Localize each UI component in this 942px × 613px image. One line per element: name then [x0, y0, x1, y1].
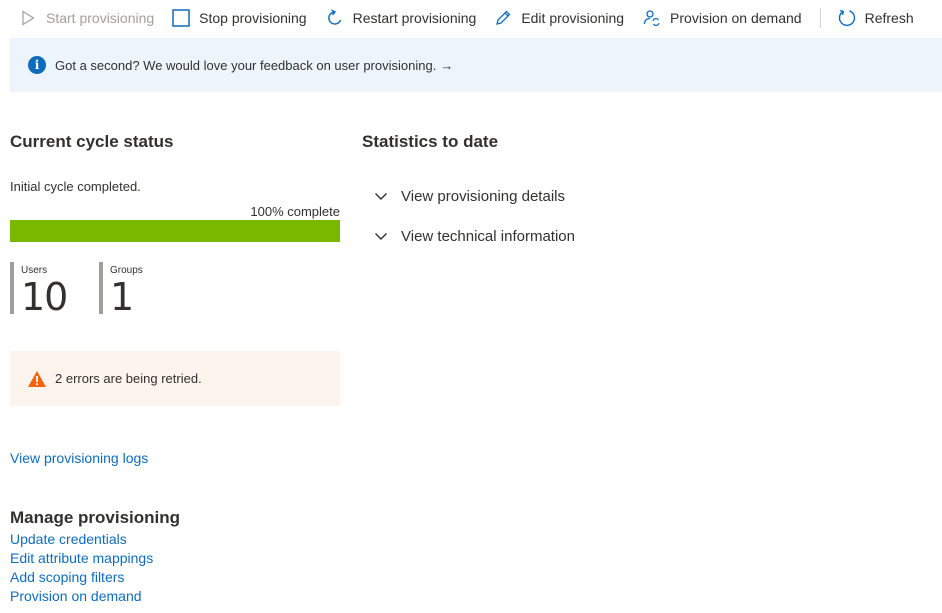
- warning-message: 2 errors are being retried.: [10, 351, 340, 406]
- cycle-status-title: Current cycle status: [10, 132, 174, 151]
- view-technical-information-label: View technical information: [401, 227, 575, 245]
- manage-provisioning-title: Manage provisioning: [10, 508, 181, 527]
- stop-icon: [171, 8, 191, 28]
- edit-attribute-mappings-link[interactable]: Edit attribute mappings: [10, 549, 180, 568]
- update-credentials-link[interactable]: Update credentials: [10, 530, 180, 549]
- users-stat-value: 10: [21, 275, 68, 319]
- chevron-down-icon: [374, 189, 388, 203]
- chevron-down-icon: [374, 229, 388, 243]
- toolbar-divider: [819, 8, 821, 28]
- refresh-icon: [837, 8, 857, 28]
- provision-on-demand-link[interactable]: Provision on demand: [10, 587, 180, 606]
- progress-bar-fill: [10, 220, 340, 242]
- progress-percent-label: 100% complete: [250, 204, 340, 219]
- edit-provisioning-button[interactable]: Edit provisioning: [493, 0, 624, 36]
- pencil-icon: [493, 8, 513, 28]
- view-provisioning-details-expander[interactable]: View provisioning details: [362, 176, 575, 216]
- warning-text: 2 errors are being retried.: [55, 371, 202, 386]
- feedback-banner[interactable]: i Got a second? We would love your feedb…: [10, 38, 942, 92]
- groups-stat-value: 1: [110, 275, 134, 319]
- users-stat: Users 10: [10, 262, 68, 319]
- start-provisioning-label: Start provisioning: [46, 10, 155, 26]
- cycle-status-text: Initial cycle completed.: [10, 179, 141, 194]
- user-sync-icon: [642, 8, 662, 28]
- statistics-title: Statistics to date: [362, 132, 499, 151]
- view-provisioning-details-label: View provisioning details: [401, 187, 565, 205]
- feedback-text: Got a second? We would love your feedbac…: [55, 57, 437, 73]
- manage-provisioning-section: Manage provisioning Update credentials E…: [10, 508, 180, 606]
- groups-stat: Groups 1: [99, 262, 143, 319]
- provision-on-demand-button[interactable]: Provision on demand: [642, 0, 802, 36]
- info-icon: i: [28, 56, 46, 74]
- restart-icon: [325, 8, 345, 28]
- refresh-button[interactable]: Refresh: [837, 0, 914, 36]
- start-provisioning-button[interactable]: Start provisioning: [18, 0, 154, 36]
- edit-provisioning-label: Edit provisioning: [521, 10, 625, 26]
- arrow-right-icon: →: [440, 57, 454, 73]
- view-provisioning-logs-link[interactable]: View provisioning logs: [10, 450, 148, 466]
- statistics-panel: Statistics to date View provisioning det…: [362, 132, 922, 245]
- statistics-expanders: View provisioning details View technical…: [362, 176, 575, 256]
- restart-provisioning-button[interactable]: Restart provisioning: [325, 0, 477, 36]
- provision-on-demand-label: Provision on demand: [670, 10, 802, 26]
- stop-provisioning-label: Stop provisioning: [199, 10, 307, 26]
- play-icon: [18, 8, 38, 28]
- warning-icon: [27, 370, 47, 388]
- refresh-label: Refresh: [864, 10, 914, 26]
- view-technical-information-expander[interactable]: View technical information: [362, 216, 575, 256]
- restart-provisioning-label: Restart provisioning: [352, 10, 477, 26]
- command-bar: Start provisioning Stop provisioning Res…: [0, 0, 942, 36]
- stop-provisioning-button[interactable]: Stop provisioning: [171, 0, 307, 36]
- progress-bar: [10, 220, 340, 242]
- add-scoping-filters-link[interactable]: Add scoping filters: [10, 568, 180, 587]
